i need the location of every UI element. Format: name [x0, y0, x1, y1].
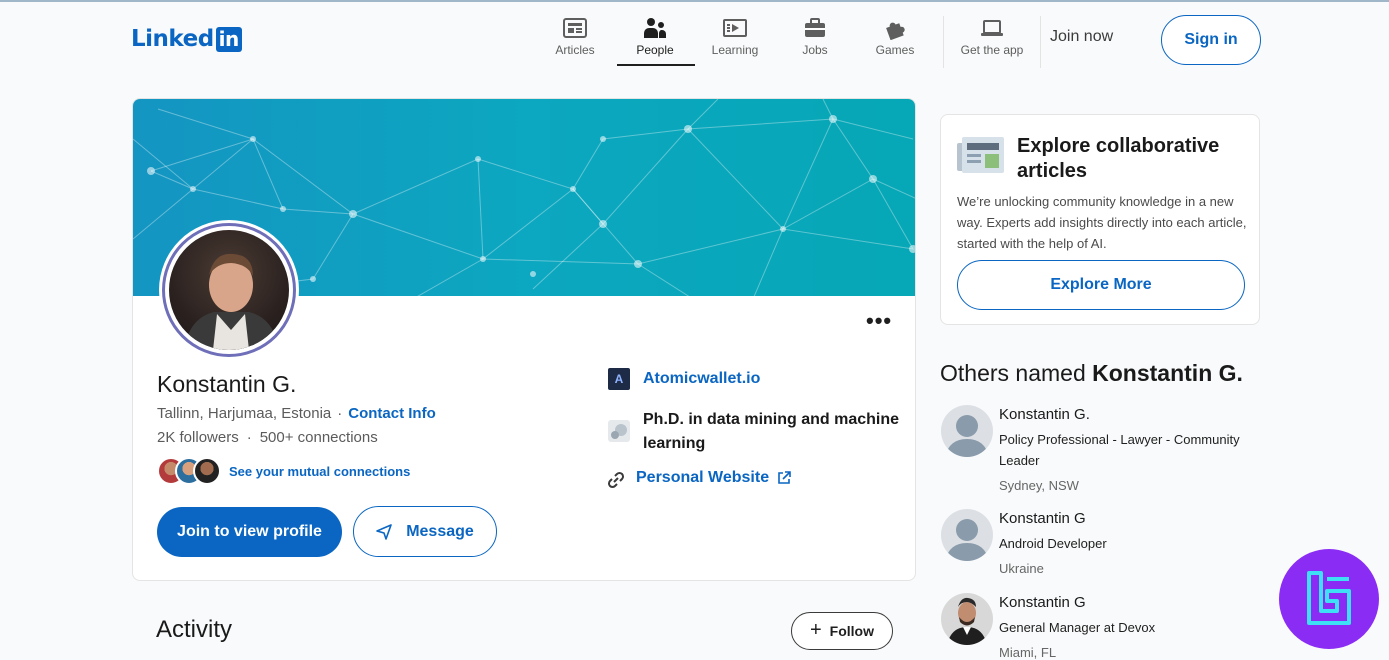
plus-icon: + [809, 618, 822, 641]
list-item[interactable]: Konstantin G. Policy Professional - Lawy… [941, 405, 1261, 496]
laptop-icon [981, 20, 1003, 36]
follow-button[interactable]: + Follow [791, 612, 893, 650]
contact-info-link[interactable]: Contact Info [348, 405, 436, 422]
logo-in-box: in [215, 26, 242, 52]
watermark-badge [1279, 549, 1379, 649]
person-headline: General Manager at Devox [999, 620, 1156, 635]
person-location: Sydney, NSW [999, 478, 1079, 493]
person-headline: Android Developer [999, 536, 1107, 551]
profile-stats: 2K followers · 500+ connections [157, 429, 378, 446]
others-title-name: Konstantin G. [1092, 360, 1243, 386]
explore-more-button[interactable]: Explore More [957, 260, 1245, 310]
more-options-button[interactable]: ••• [866, 308, 892, 334]
personal-website-link[interactable]: Personal Website [636, 469, 769, 487]
nav-get-app[interactable]: Get the app [952, 16, 1032, 66]
people-icon [644, 18, 666, 38]
profile-photo [169, 230, 289, 350]
mutual-avatar [193, 457, 221, 485]
mutual-connections-link[interactable]: See your mutual connections [229, 464, 410, 479]
separator-dot: · [246, 429, 252, 446]
others-named-heading: Others named Konstantin G. [940, 360, 1243, 387]
person-headline: Policy Professional - Lawyer - Community… [999, 432, 1240, 468]
separator-dot: · [337, 405, 343, 422]
profile-name: Konstantin G. [157, 371, 297, 397]
nav-games[interactable]: Games [855, 16, 935, 66]
education-name: Ph.D. in data mining and machine learnin… [643, 411, 900, 452]
message-button[interactable]: Message [353, 506, 497, 557]
personal-website[interactable]: Personal Website [606, 469, 791, 490]
nav-get-app-label: Get the app [960, 43, 1024, 57]
newspaper-icon [957, 137, 1004, 173]
send-icon [376, 523, 393, 540]
nav-games-label: Games [875, 43, 915, 57]
nav-people[interactable]: People [615, 16, 695, 66]
followers-count: 2K followers [157, 429, 239, 446]
person-name: Konstantin G. [999, 406, 1090, 423]
jobs-icon [805, 18, 825, 37]
company-name[interactable]: Atomicwallet.io [643, 370, 760, 388]
learning-icon [723, 19, 747, 37]
profile-avatar[interactable] [159, 220, 299, 360]
list-item[interactable]: Konstantin G General Manager at Devox Mi… [941, 593, 1261, 660]
link-icon [607, 471, 625, 489]
linkedin-logo[interactable]: Linked in [131, 25, 242, 53]
list-item[interactable]: Konstantin G Android Developer Ukraine [941, 509, 1261, 579]
nav-articles[interactable]: Articles [535, 16, 615, 66]
explore-description: We’re unlocking community knowledge in a… [957, 194, 1247, 251]
watermark-logo-icon [1307, 571, 1351, 625]
person-name: Konstantin G [999, 510, 1086, 527]
top-navigation: Articles People Learning Jobs Games Get … [535, 16, 1049, 68]
nav-people-label: People [636, 43, 674, 57]
profile-location: Tallinn, Harjumaa, Estonia [157, 405, 332, 422]
company-logo: A [608, 368, 630, 390]
nav-jobs-label: Jobs [802, 43, 828, 57]
person-avatar [941, 509, 993, 561]
explore-title: Explore collaborative articles [1017, 135, 1220, 182]
mutual-connections[interactable]: See your mutual connections [157, 457, 410, 485]
education[interactable]: Ph.D. in data mining and machine learnin… [608, 408, 903, 456]
person-avatar [941, 405, 993, 457]
activity-heading: Activity [156, 616, 233, 643]
person-name: Konstantin G [999, 594, 1086, 611]
nav-jobs[interactable]: Jobs [775, 16, 855, 66]
school-logo [608, 420, 630, 442]
nav-divider-right [1040, 16, 1041, 68]
person-avatar [941, 593, 993, 645]
nav-divider [943, 16, 944, 68]
nav-learning[interactable]: Learning [695, 16, 775, 66]
explore-articles-card: Explore collaborative articles We’re unl… [940, 114, 1260, 325]
connections-count: 500+ connections [259, 429, 378, 446]
person-location: Ukraine [999, 561, 1044, 576]
others-title-prefix: Others named [940, 360, 1086, 386]
nav-articles-label: Articles [555, 43, 595, 57]
sign-in-button[interactable]: Sign in [1161, 15, 1261, 65]
logo-wordmark: Linked [131, 26, 214, 52]
message-button-label: Message [406, 522, 474, 540]
window-top-border [0, 0, 1389, 2]
join-now-link[interactable]: Join now [1050, 28, 1113, 46]
articles-icon [563, 18, 587, 38]
join-to-view-profile-button[interactable]: Join to view profile [157, 507, 342, 557]
games-icon [886, 22, 905, 40]
external-link-icon [778, 471, 791, 484]
person-location: Miami, FL [999, 645, 1057, 660]
profile-location-row: Tallinn, Harjumaa, Estonia · Contact Info [157, 405, 436, 422]
nav-learning-label: Learning [711, 43, 759, 57]
follow-button-label: Follow [829, 623, 874, 639]
current-company[interactable]: A Atomicwallet.io [608, 368, 760, 390]
